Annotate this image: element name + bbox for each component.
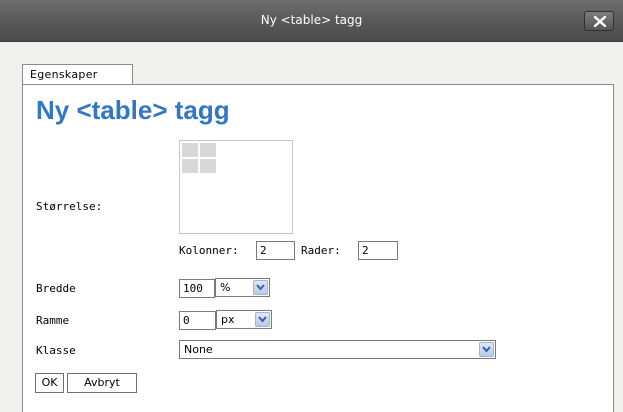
columns-label: Kolonner: [179, 244, 239, 257]
class-label: Klasse [36, 344, 76, 357]
width-unit-select[interactable]: % [215, 278, 270, 297]
close-button[interactable] [584, 11, 614, 31]
page-title: Ny <table> tagg [36, 95, 230, 125]
border-unit-select[interactable]: px [216, 310, 272, 329]
class-value: None [184, 343, 213, 356]
chevron-down-icon[interactable] [479, 342, 494, 357]
border-label: Ramme [36, 314, 70, 327]
border-input[interactable]: 0 [179, 311, 216, 330]
chevron-down-icon[interactable] [253, 280, 268, 295]
grid-cell[interactable] [182, 143, 198, 157]
width-input[interactable]: 100 [179, 279, 215, 298]
close-icon [594, 16, 606, 27]
tab-egenskaper[interactable]: Egenskaper [22, 64, 133, 85]
columns-input[interactable]: 2 [256, 241, 295, 260]
class-select[interactable]: None [179, 340, 496, 359]
size-label: Størrelse: [36, 200, 103, 213]
grid-cell[interactable] [200, 143, 216, 157]
ok-button[interactable]: OK [35, 373, 64, 393]
width-label: Bredde [36, 282, 76, 295]
width-unit-value: % [220, 281, 231, 294]
grid-cell[interactable] [200, 159, 216, 173]
cancel-button[interactable]: Avbryt [67, 373, 137, 393]
window-title: Ny <table> tagg [260, 13, 363, 27]
table-size-picker[interactable] [179, 140, 293, 234]
title-bar[interactable]: Ny <table> tagg [0, 0, 623, 42]
grid-cell[interactable] [182, 159, 198, 173]
border-unit-value: px [221, 313, 235, 326]
chevron-down-icon[interactable] [255, 312, 270, 327]
dialog-window: Ny <table> tagg Egenskaper Ny <table> ta… [0, 0, 623, 412]
rows-label: Rader: [301, 244, 341, 257]
rows-input[interactable]: 2 [358, 241, 398, 260]
